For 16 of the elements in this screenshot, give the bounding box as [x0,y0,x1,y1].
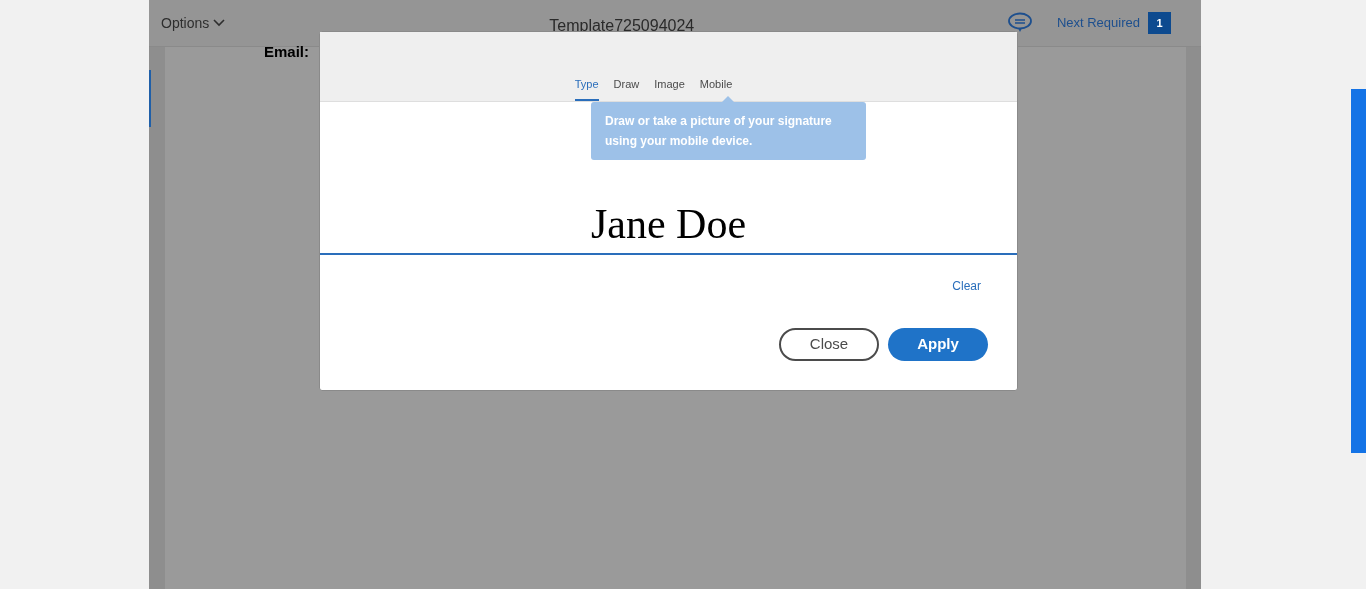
document-title: Template725094024 [549,15,695,36]
apply-button[interactable]: Apply [888,328,988,361]
comment-icon[interactable] [1006,12,1033,34]
close-button[interactable]: Close [779,328,879,361]
required-count-badge: 1 [1148,12,1171,34]
signature-tab[interactable]: Image [654,75,685,101]
next-required-button[interactable]: Next Required [1056,13,1140,33]
field-label: Email: [264,42,310,62]
options-menu[interactable]: Options [161,12,226,34]
clear-link[interactable]: Clear [952,277,981,295]
signature-tab[interactable]: Draw [613,75,640,101]
typed-signature: Jane Doe [590,200,747,249]
tooltip-text: Draw or take a picture of your signature using your mobile device. [605,113,833,150]
signature-tab[interactable]: Mobile [699,75,733,101]
page-marker [149,70,151,127]
chevron-down-icon [213,19,226,27]
